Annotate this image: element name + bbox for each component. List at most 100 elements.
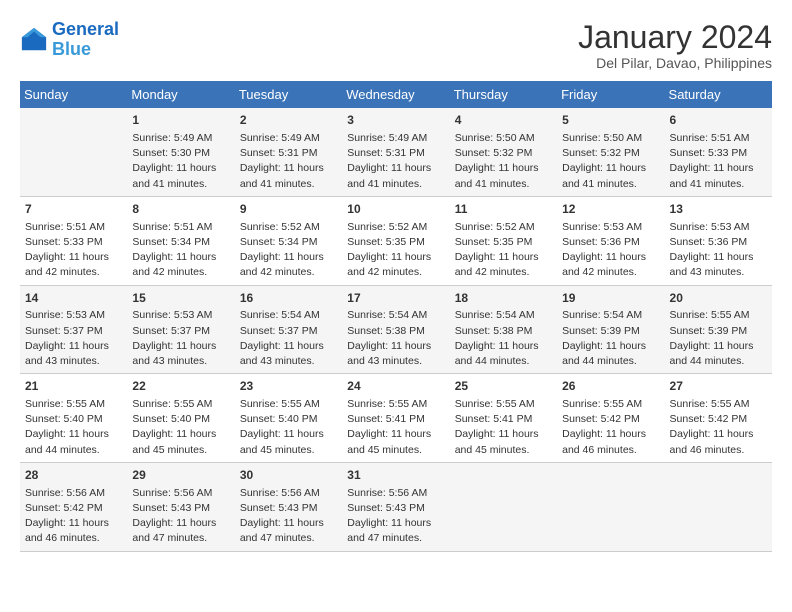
day-number: 14 [25,290,122,307]
calendar-week-2: 7Sunrise: 5:51 AMSunset: 5:33 PMDaylight… [20,196,772,285]
calendar-cell: 20Sunrise: 5:55 AMSunset: 5:39 PMDayligh… [665,285,772,374]
calendar-cell: 5 Sunrise: 5:50 AMSunset: 5:32 PMDaylight… [557,108,664,196]
day-number: 20 [670,290,767,307]
day-info: Sunrise: 5:54 AMSunset: 5:39 PMDaylight:… [562,308,659,369]
day-info: Sunrise: 5:54 AMSunset: 5:37 PMDaylight:… [240,308,337,369]
day-info: Sunrise: 5:56 AMSunset: 5:43 PMDaylight:… [132,486,229,547]
calendar-cell: 4 Sunrise: 5:50 AMSunset: 5:32 PMDaylight… [450,108,557,196]
calendar-cell: 28 Sunrise: 5:56 AMSunset: 5:42 PMDayligh… [20,462,127,551]
calendar-cell: 27 Sunrise: 5:55 AMSunset: 5:42 PMDayligh… [665,374,772,463]
calendar-cell: 15Sunrise: 5:53 AMSunset: 5:37 PMDayligh… [127,285,234,374]
calendar-cell: 23 Sunrise: 5:55 AMSunset: 5:40 PMDayligh… [235,374,342,463]
day-info: Sunrise: 5:55 AMSunset: 5:41 PMDaylight:… [347,397,444,458]
day-info: Sunrise: 5:55 AMSunset: 5:42 PMDaylight:… [670,397,767,458]
calendar-cell: 17Sunrise: 5:54 AMSunset: 5:38 PMDayligh… [342,285,449,374]
day-info: Sunrise: 5:56 AMSunset: 5:43 PMDaylight:… [240,486,337,547]
calendar-cell: 1 Sunrise: 5:49 AMSunset: 5:30 PMDaylight… [127,108,234,196]
calendar-cell: 21 Sunrise: 5:55 AMSunset: 5:40 PMDayligh… [20,374,127,463]
header-day-thursday: Thursday [450,81,557,108]
calendar-cell: 22Sunrise: 5:55 AMSunset: 5:40 PMDayligh… [127,374,234,463]
day-number: 1 [132,112,229,129]
header-day-friday: Friday [557,81,664,108]
calendar-cell: 16Sunrise: 5:54 AMSunset: 5:37 PMDayligh… [235,285,342,374]
day-number: 11 [455,201,552,218]
logo-text: GeneralBlue [52,20,119,60]
day-number: 16 [240,290,337,307]
calendar-week-1: 1 Sunrise: 5:49 AMSunset: 5:30 PMDaylight… [20,108,772,196]
calendar-week-5: 28 Sunrise: 5:56 AMSunset: 5:42 PMDayligh… [20,462,772,551]
day-info: Sunrise: 5:55 AMSunset: 5:42 PMDaylight:… [562,397,659,458]
header-day-saturday: Saturday [665,81,772,108]
day-info: Sunrise: 5:53 AMSunset: 5:37 PMDaylight:… [25,308,122,369]
day-info: Sunrise: 5:52 AMSunset: 5:34 PMDaylight:… [240,220,337,281]
day-number: 2 [240,112,337,129]
header-day-wednesday: Wednesday [342,81,449,108]
day-info: Sunrise: 5:53 AMSunset: 5:36 PMDaylight:… [670,220,767,281]
calendar-cell: 7Sunrise: 5:51 AMSunset: 5:33 PMDaylight… [20,196,127,285]
day-info: Sunrise: 5:54 AMSunset: 5:38 PMDaylight:… [455,308,552,369]
day-info: Sunrise: 5:49 AMSunset: 5:31 PMDaylight:… [347,131,444,192]
day-info: Sunrise: 5:55 AMSunset: 5:40 PMDaylight:… [25,397,122,458]
calendar-cell: 2 Sunrise: 5:49 AMSunset: 5:31 PMDaylight… [235,108,342,196]
day-info: Sunrise: 5:55 AMSunset: 5:40 PMDaylight:… [132,397,229,458]
day-number: 4 [455,112,552,129]
calendar-cell: 12 Sunrise: 5:53 AMSunset: 5:36 PMDayligh… [557,196,664,285]
day-number: 9 [240,201,337,218]
page-header: GeneralBlue January 2024 Del Pilar, Dava… [20,20,772,71]
day-number: 6 [670,112,767,129]
day-number: 19 [562,290,659,307]
calendar-cell: 19Sunrise: 5:54 AMSunset: 5:39 PMDayligh… [557,285,664,374]
day-info: Sunrise: 5:55 AMSunset: 5:40 PMDaylight:… [240,397,337,458]
calendar-cell: 9 Sunrise: 5:52 AMSunset: 5:34 PMDaylight… [235,196,342,285]
calendar-table: SundayMondayTuesdayWednesdayThursdayFrid… [20,81,772,551]
day-number: 13 [670,201,767,218]
day-info: Sunrise: 5:49 AMSunset: 5:30 PMDaylight:… [132,131,229,192]
day-info: Sunrise: 5:51 AMSunset: 5:33 PMDaylight:… [25,220,122,281]
day-number: 23 [240,378,337,395]
calendar-cell: 10Sunrise: 5:52 AMSunset: 5:35 PMDayligh… [342,196,449,285]
calendar-cell [20,108,127,196]
calendar-cell: 6Sunrise: 5:51 AMSunset: 5:33 PMDaylight… [665,108,772,196]
month-title: January 2024 [578,20,772,55]
day-number: 15 [132,290,229,307]
calendar-header-row: SundayMondayTuesdayWednesdayThursdayFrid… [20,81,772,108]
day-info: Sunrise: 5:50 AMSunset: 5:32 PMDaylight:… [562,131,659,192]
day-info: Sunrise: 5:54 AMSunset: 5:38 PMDaylight:… [347,308,444,369]
day-info: Sunrise: 5:50 AMSunset: 5:32 PMDaylight:… [455,131,552,192]
day-info: Sunrise: 5:51 AMSunset: 5:34 PMDaylight:… [132,220,229,281]
calendar-cell [557,462,664,551]
calendar-week-3: 14Sunrise: 5:53 AMSunset: 5:37 PMDayligh… [20,285,772,374]
day-number: 28 [25,467,122,484]
location: Del Pilar, Davao, Philippines [578,55,772,71]
day-info: Sunrise: 5:52 AMSunset: 5:35 PMDaylight:… [455,220,552,281]
calendar-cell: 8 Sunrise: 5:51 AMSunset: 5:34 PMDaylight… [127,196,234,285]
day-number: 27 [670,378,767,395]
calendar-cell: 30 Sunrise: 5:56 AMSunset: 5:43 PMDayligh… [235,462,342,551]
calendar-cell: 25Sunrise: 5:55 AMSunset: 5:41 PMDayligh… [450,374,557,463]
day-info: Sunrise: 5:49 AMSunset: 5:31 PMDaylight:… [240,131,337,192]
day-info: Sunrise: 5:53 AMSunset: 5:36 PMDaylight:… [562,220,659,281]
calendar-cell: 13 Sunrise: 5:53 AMSunset: 5:36 PMDayligh… [665,196,772,285]
day-info: Sunrise: 5:55 AMSunset: 5:39 PMDaylight:… [670,308,767,369]
calendar-cell: 29 Sunrise: 5:56 AMSunset: 5:43 PMDayligh… [127,462,234,551]
day-number: 26 [562,378,659,395]
day-info: Sunrise: 5:53 AMSunset: 5:37 PMDaylight:… [132,308,229,369]
day-number: 10 [347,201,444,218]
day-number: 21 [25,378,122,395]
day-info: Sunrise: 5:56 AMSunset: 5:42 PMDaylight:… [25,486,122,547]
logo-icon [20,26,48,54]
day-number: 29 [132,467,229,484]
day-number: 12 [562,201,659,218]
calendar-week-4: 21 Sunrise: 5:55 AMSunset: 5:40 PMDayligh… [20,374,772,463]
day-number: 8 [132,201,229,218]
day-number: 5 [562,112,659,129]
calendar-cell: 31Sunrise: 5:56 AMSunset: 5:43 PMDayligh… [342,462,449,551]
calendar-cell: 24Sunrise: 5:55 AMSunset: 5:41 PMDayligh… [342,374,449,463]
header-day-tuesday: Tuesday [235,81,342,108]
calendar-cell: 14Sunrise: 5:53 AMSunset: 5:37 PMDayligh… [20,285,127,374]
calendar-cell: 11 Sunrise: 5:52 AMSunset: 5:35 PMDayligh… [450,196,557,285]
calendar-cell: 18Sunrise: 5:54 AMSunset: 5:38 PMDayligh… [450,285,557,374]
title-block: January 2024 Del Pilar, Davao, Philippin… [578,20,772,71]
day-info: Sunrise: 5:56 AMSunset: 5:43 PMDaylight:… [347,486,444,547]
day-number: 30 [240,467,337,484]
